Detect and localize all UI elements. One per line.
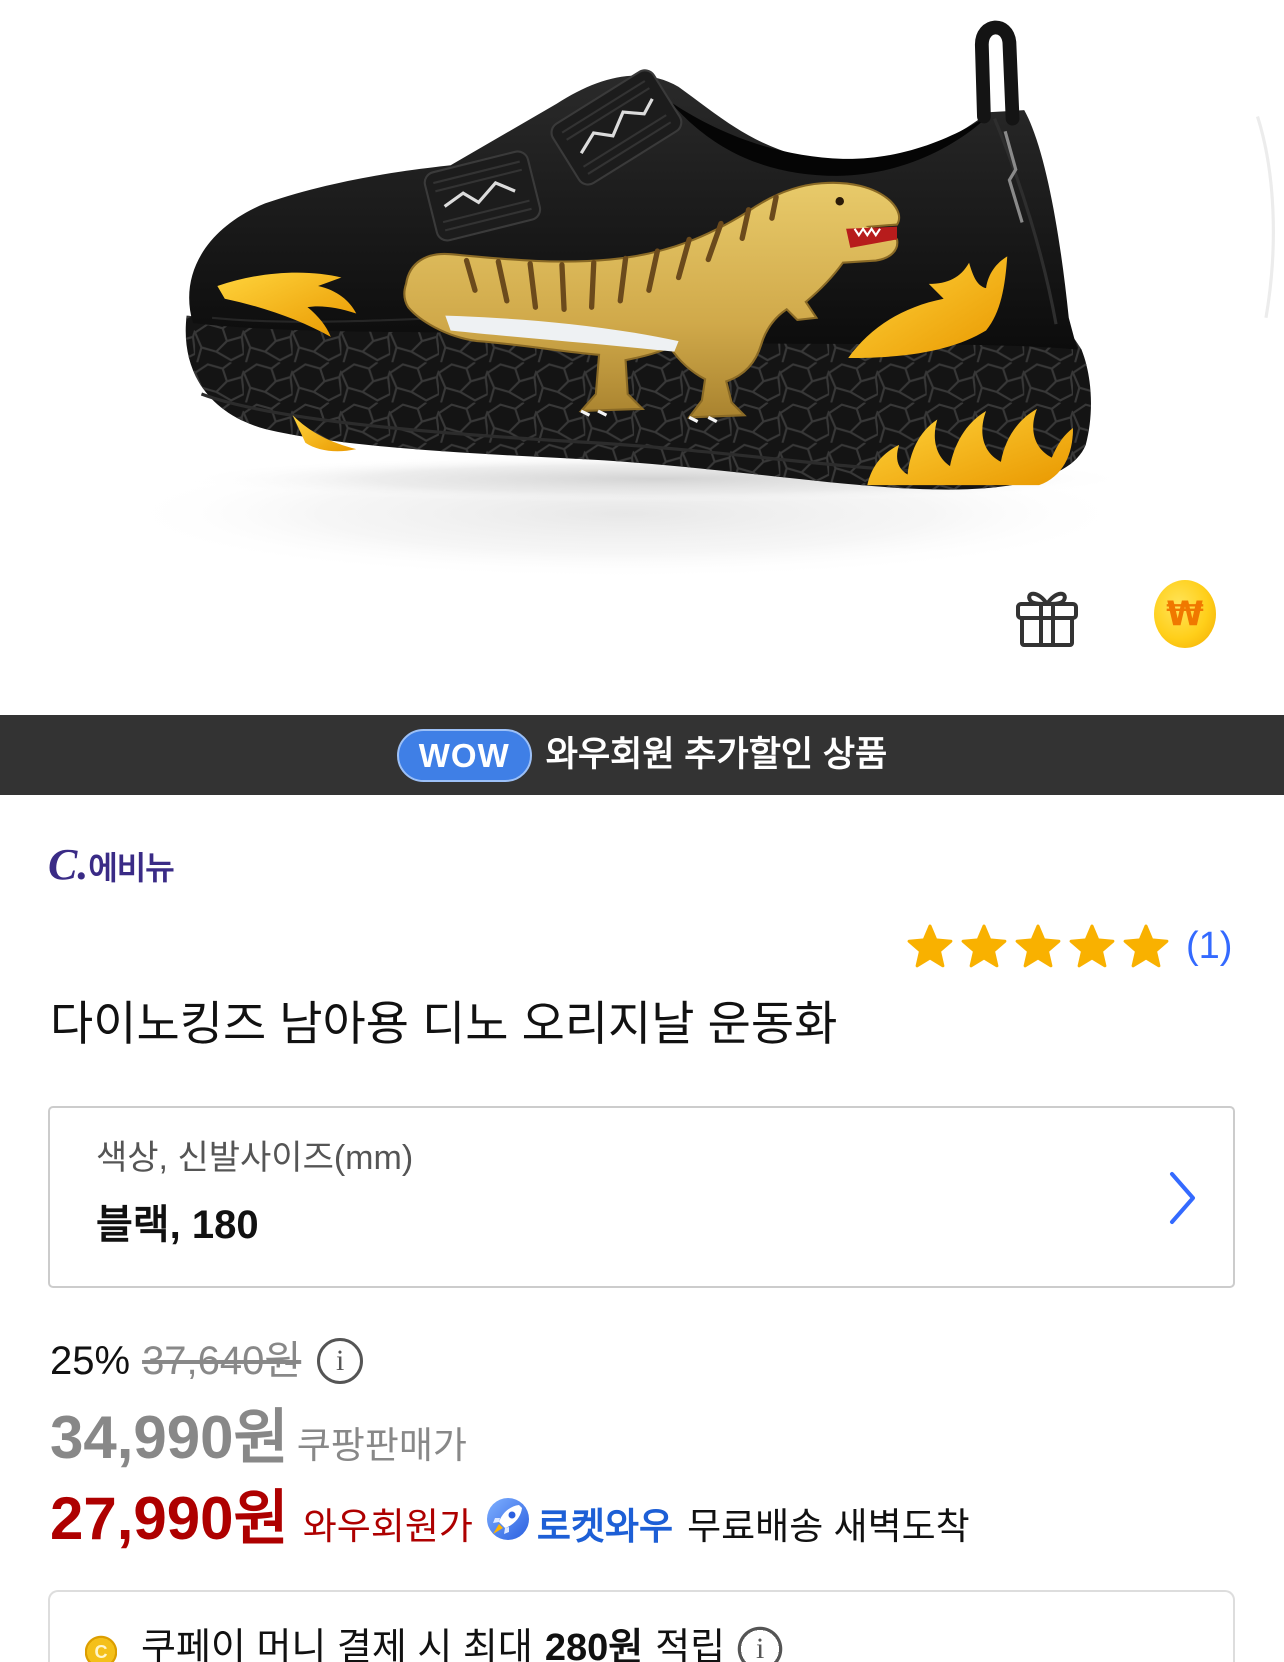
heel-pull-loop <box>974 20 1020 126</box>
coupay-text-suffix: 적립 <box>655 1627 726 1662</box>
coupay-text: 쿠페이 머니 결제 시 최대 <box>141 1627 533 1662</box>
wow-price-row: 27,990원 와우회원가 로켓와우 무료배송 새벽도착 <box>50 1486 970 1552</box>
coupay-coin-icon: C <box>85 1626 117 1662</box>
chevron-right-icon <box>1170 1172 1195 1224</box>
star-filled-icon <box>1015 924 1061 968</box>
product-title: 다이노킹즈 남아용 디노 오리지날 운동화 <box>50 997 838 1050</box>
wow-member-banner: WOW 와우회원 추가할인 상품 <box>0 715 1284 795</box>
coupang-price-row: 34,990원 쿠팡판매가 <box>50 1406 467 1470</box>
product-image[interactable] <box>0 0 1284 715</box>
rocket-icon <box>486 1498 529 1540</box>
star-filled-icon <box>907 924 953 968</box>
option-selector[interactable]: 색상, 신발사이즈(mm) 블랙, 180 <box>48 1106 1235 1288</box>
wow-price-label: 와우회원가 <box>302 1506 473 1547</box>
gift-button[interactable] <box>1014 582 1080 648</box>
coupang-price: 34,990원 <box>50 1404 289 1471</box>
brand-logo[interactable]: C. 에비뉴 <box>48 840 175 889</box>
brand-logo-mark: C. <box>48 840 89 889</box>
brand-logo-name: 에비뉴 <box>88 850 174 886</box>
rating-stars <box>906 923 1170 969</box>
delivery-info: 무료배송 새벽도착 <box>687 1506 970 1547</box>
star-filled-icon <box>961 924 1007 968</box>
wow-price: 27,990원 <box>50 1485 289 1552</box>
gift-icon <box>1016 591 1078 647</box>
discount-rate: 25% <box>50 1339 131 1383</box>
wow-badge: WOW <box>396 728 532 782</box>
coupang-price-label: 쿠팡판매가 <box>296 1425 467 1466</box>
option-label: 색상, 신발사이즈(mm) <box>96 1139 414 1177</box>
original-price: 37,640원 <box>142 1339 302 1383</box>
discount-row: 25% 37,640원 <box>50 1336 364 1386</box>
wow-banner-text: 와우회원 추가할인 상품 <box>545 735 888 774</box>
rocket-wow-badge: 로켓와우 <box>536 1506 674 1547</box>
won-coin-icon[interactable]: ₩ <box>1154 580 1216 648</box>
product-rating[interactable]: (1) <box>906 921 1232 971</box>
star-filled-icon <box>1069 924 1115 968</box>
review-count: (1) <box>1186 925 1233 967</box>
shoe-photo <box>116 20 1275 580</box>
next-image-edge <box>1255 116 1275 319</box>
coupay-reward-box[interactable]: C 쿠페이 머니 결제 시 최대 280원 적립 <box>48 1590 1235 1662</box>
star-filled-icon <box>1123 924 1169 968</box>
info-icon[interactable] <box>317 1338 364 1384</box>
option-value: 블랙, 180 <box>96 1203 259 1247</box>
coupay-row: C 쿠페이 머니 결제 시 최대 280원 적립 <box>85 1626 784 1662</box>
coupay-amount: 280원 <box>544 1627 644 1662</box>
info-icon[interactable] <box>737 1626 784 1662</box>
